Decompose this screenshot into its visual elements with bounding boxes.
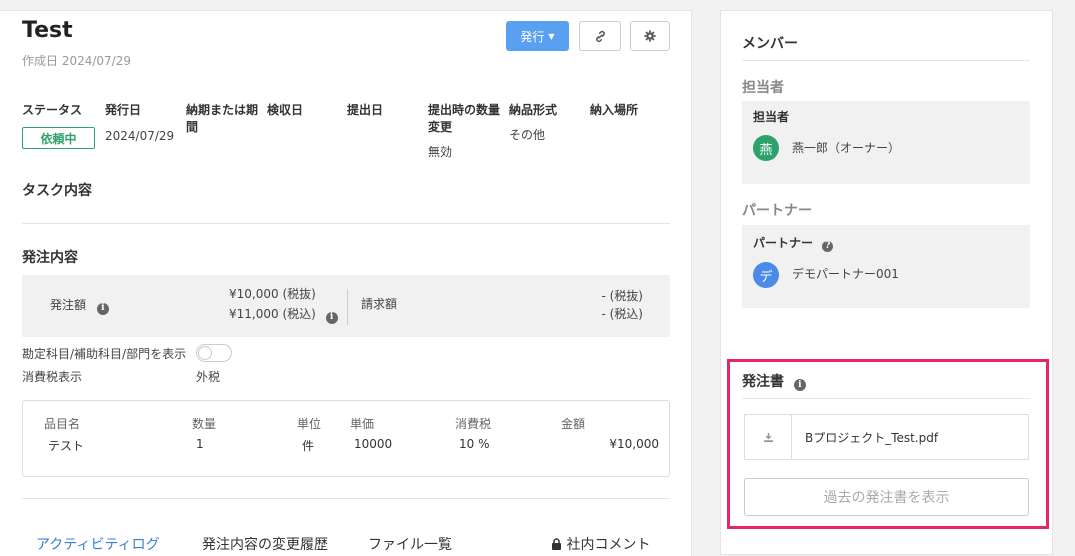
- order-amount-label-text: 発注額: [50, 298, 87, 312]
- delivery-format-value: その他: [509, 128, 546, 142]
- toggle-knob: [198, 346, 212, 360]
- owner-name: 燕一郎（オーナー）: [792, 141, 901, 155]
- info-icon[interactable]: i: [96, 302, 109, 315]
- order-amount-label: 発注額 i: [50, 297, 109, 315]
- col-header-price: 単価: [350, 417, 375, 431]
- po-file-name[interactable]: Bプロジェクト_Test.pdf: [792, 415, 1028, 459]
- owner-box-label: 担当者: [753, 110, 790, 124]
- settings-button[interactable]: [630, 21, 670, 51]
- order-section-title: 発注内容: [22, 250, 78, 266]
- status-badge: 依頼中: [22, 127, 95, 149]
- page-title: Test: [22, 18, 73, 43]
- avatar: デ: [753, 262, 779, 288]
- po-title: 発注書 i: [742, 371, 806, 391]
- members-title: メンバー: [742, 36, 798, 52]
- show-past-po-button[interactable]: 過去の発注書を表示: [744, 478, 1029, 516]
- tab-internal-comment-label: 社内コメント: [566, 537, 651, 553]
- partner-name: デモパートナー001: [792, 267, 899, 281]
- tab-change-history[interactable]: 発注内容の変更履歴: [202, 534, 328, 554]
- col-header-tax: 消費税: [455, 417, 492, 431]
- avatar: 燕: [753, 135, 779, 161]
- invoice-excl: - (税抜): [601, 289, 643, 303]
- info-icon[interactable]: i: [793, 379, 806, 391]
- table-cell-unit: 件: [302, 439, 315, 453]
- gear-icon: [644, 30, 656, 42]
- po-title-text: 発注書: [742, 374, 784, 390]
- accounts-toggle[interactable]: [196, 344, 232, 362]
- invoice-incl: - (税込): [601, 307, 643, 321]
- items-table: [22, 400, 670, 477]
- divider: [22, 498, 670, 499]
- tab-internal-comment[interactable]: 社内コメント: [551, 534, 650, 554]
- accounts-toggle-label: 勘定科目/補助科目/部門を表示: [22, 347, 187, 361]
- col-header-name: 品目名: [44, 417, 81, 431]
- order-amount-incl-text: ¥11,000 (税込): [229, 307, 316, 321]
- partner-box-label: パートナー ?: [753, 235, 834, 252]
- delivery-place-label: 納入場所: [590, 103, 639, 117]
- deadline-label: 納期または期間: [186, 103, 259, 134]
- partner-box-label-text: パートナー: [753, 236, 814, 250]
- qty-change-label: 提出時の数量変更: [428, 103, 501, 134]
- issue-date-label: 発行日: [105, 103, 142, 117]
- divider: [742, 60, 1030, 61]
- created-date: 作成日 2024/07/29: [22, 54, 131, 68]
- table-cell-name: テスト: [48, 439, 85, 453]
- table-cell-price: 10000: [354, 437, 393, 451]
- submit-date-label: 提出日: [347, 103, 384, 117]
- issue-date-value: 2024/07/29: [105, 129, 175, 143]
- col-header-unit: 単位: [297, 417, 322, 431]
- caret-down-icon: ▼: [548, 31, 555, 41]
- table-cell-amount: ¥10,000: [609, 437, 659, 451]
- task-section-title: タスク内容: [22, 183, 92, 199]
- tax-display-label: 消費税表示: [22, 370, 83, 384]
- owner-section-title: 担当者: [742, 80, 784, 96]
- col-header-qty: 数量: [192, 417, 217, 431]
- po-file-row[interactable]: Bプロジェクト_Test.pdf: [744, 414, 1029, 460]
- invoice-label: 請求額: [361, 297, 398, 311]
- link-icon: [595, 30, 605, 42]
- qty-change-value: 無効: [428, 145, 453, 159]
- help-icon[interactable]: ?: [822, 241, 834, 252]
- tax-display-value: 外税: [196, 370, 221, 384]
- order-amount-box: [22, 275, 670, 337]
- order-amount-excl: ¥10,000 (税抜): [229, 287, 316, 301]
- divider: [22, 223, 670, 224]
- divider: [742, 398, 1030, 399]
- download-icon[interactable]: [745, 415, 792, 459]
- status-label: ステータス: [22, 103, 83, 117]
- link-button[interactable]: [579, 21, 621, 51]
- table-cell-tax: 10 %: [459, 437, 490, 451]
- info-icon[interactable]: i: [325, 311, 338, 324]
- publish-label: 発行: [520, 29, 545, 44]
- partner-section-title: パートナー: [742, 203, 812, 219]
- inspection-date-label: 検収日: [267, 103, 304, 117]
- order-amount-incl: ¥11,000 (税込) i: [229, 306, 338, 324]
- publish-button[interactable]: 発行 ▼: [506, 21, 569, 51]
- col-header-amount: 金額: [561, 417, 586, 431]
- amount-separator: [347, 289, 348, 325]
- tab-activity-log[interactable]: アクティビティログ: [36, 534, 160, 554]
- tab-file-list[interactable]: ファイル一覧: [368, 534, 452, 554]
- lock-icon: [552, 538, 561, 550]
- delivery-format-label: 納品形式: [509, 103, 558, 117]
- table-cell-qty: 1: [196, 437, 204, 451]
